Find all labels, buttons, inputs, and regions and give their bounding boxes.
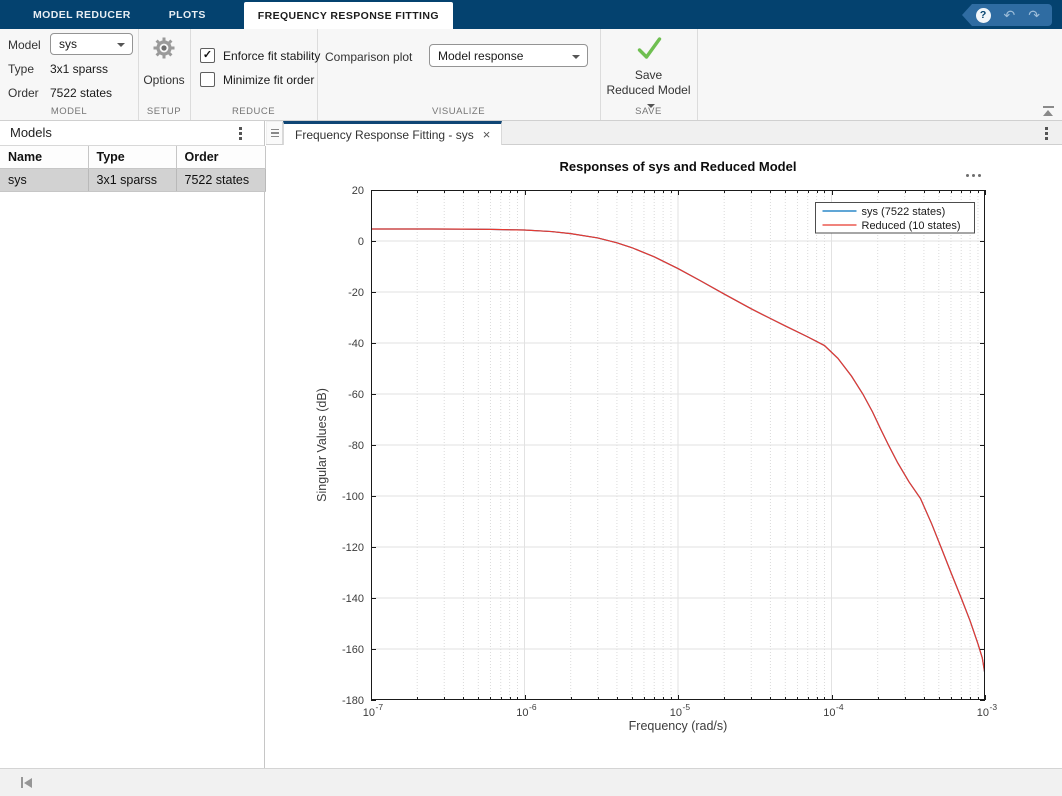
section-label-reduce: REDUCE	[231, 106, 276, 117]
green-check-icon	[637, 37, 661, 59]
column-header-type[interactable]: Type	[88, 146, 177, 169]
model-row-type: 3x1 sparss	[88, 168, 177, 192]
collapse-left-panel-button[interactable]	[21, 777, 32, 788]
column-header-order[interactable]: Order	[176, 146, 266, 169]
svg-text:10: 10	[823, 707, 835, 719]
quick-access-body: ? ↶ ↷	[971, 4, 1052, 26]
ribbon-section-visualize: Comparison plot Model response VISUALIZE	[317, 29, 601, 120]
help-icon[interactable]: ?	[975, 7, 991, 23]
ribbon-section-reduce: ✓ Enforce fit stability Minimize fit ord…	[190, 29, 320, 120]
options-button-label[interactable]: Options	[138, 73, 190, 87]
figure-panel: Responses of sys and Reduced Model Singu…	[266, 145, 1062, 768]
svg-text:-5: -5	[683, 702, 691, 712]
svg-text:10: 10	[977, 707, 989, 719]
model-dropdown[interactable]: sys	[50, 33, 133, 55]
gear-icon	[153, 37, 175, 59]
ribbon-section-setup: Options SETUP	[138, 29, 191, 120]
collapse-left-panel-icon-triangle	[24, 777, 32, 788]
svg-text:-7: -7	[376, 702, 384, 712]
type-field-value: 3x1 sparss	[50, 62, 109, 76]
svg-text:-120: -120	[342, 542, 364, 554]
model-row-order: 7522 states	[176, 168, 266, 192]
svg-text:-40: -40	[348, 338, 364, 350]
tab-plots[interactable]: PLOTS	[150, 0, 225, 29]
svg-text:-6: -6	[529, 702, 537, 712]
enforce-fit-stability-checkbox-row: ✓ Enforce fit stability	[200, 48, 320, 63]
minimize-fit-order-checkbox[interactable]	[200, 72, 215, 87]
enforce-fit-stability-checkbox[interactable]: ✓	[200, 48, 215, 63]
ribbon: Model sys Type 3x1 sparss Order 7522 sta…	[0, 29, 1062, 121]
quick-access-toolbar: ? ↶ ↷	[961, 4, 1052, 26]
svg-text:-140: -140	[342, 593, 364, 605]
collapse-ribbon-icon-triangle	[1043, 110, 1053, 116]
minimize-fit-order-checkbox-row: Minimize fit order	[200, 72, 314, 87]
order-field-value: 7522 states	[50, 86, 113, 100]
tab-frequency-response-fitting[interactable]: FREQUENCY RESPONSE FITTING	[243, 2, 453, 29]
section-label-visualize: VISUALIZE	[431, 106, 486, 117]
svg-text:-3: -3	[990, 702, 998, 712]
status-bar	[0, 768, 1062, 796]
chevron-down-icon	[572, 54, 580, 59]
table-row[interactable]: sys 3x1 sparss 7522 states	[0, 168, 266, 192]
models-table-header-row: Name Type Order	[0, 146, 266, 169]
document-tab-frequency-response-fitting[interactable]: Frequency Response Fitting - sys ×	[283, 121, 503, 145]
options-button[interactable]	[152, 36, 176, 65]
models-panel-title: Models	[10, 125, 52, 140]
section-label-model: MODEL	[50, 106, 88, 117]
redo-icon[interactable]: ↷	[1028, 8, 1040, 22]
ribbon-section-save: Save Reduced Model SAVE	[600, 29, 698, 120]
panel-menu-icon[interactable]	[239, 127, 242, 140]
tab-model-reducer[interactable]: MODEL REDUCER	[14, 0, 150, 29]
app-toolstrip: MODEL REDUCER PLOTS FREQUENCY RESPONSE F…	[0, 0, 1062, 29]
close-icon[interactable]: ×	[483, 128, 491, 141]
ribbon-section-model: Model sys Type 3x1 sparss Order 7522 sta…	[0, 29, 139, 120]
svg-text:-20: -20	[348, 287, 364, 299]
chevron-down-icon	[117, 43, 125, 47]
svg-text:Reduced (10 states): Reduced (10 states)	[862, 220, 961, 232]
svg-text:20: 20	[352, 185, 364, 197]
svg-text:-4: -4	[836, 702, 844, 712]
toolstrip-tabs: MODEL REDUCER PLOTS FREQUENCY RESPONSE F…	[0, 0, 453, 29]
svg-text:-100: -100	[342, 491, 364, 503]
model-field-label: Model	[8, 38, 41, 52]
document-tabbar: Frequency Response Fitting - sys ×	[266, 121, 1062, 145]
comparison-plot-dropdown-value: Model response	[438, 48, 524, 63]
model-row-name: sys	[0, 168, 89, 192]
save-reduced-model-button[interactable]	[635, 35, 662, 67]
chart-svg: 200-20-40-60-80-100-120-140-160-18010 -7 1…	[342, 185, 998, 719]
svg-text:-180: -180	[342, 695, 364, 707]
svg-text:-60: -60	[348, 389, 364, 401]
document-area: Frequency Response Fitting - sys × Respo…	[266, 121, 1062, 768]
minimize-fit-order-label[interactable]: Minimize fit order	[223, 73, 314, 87]
section-label-setup: SETUP	[146, 106, 182, 117]
document-bar-handle-icon[interactable]	[267, 122, 283, 144]
section-label-save: SAVE	[635, 106, 662, 117]
svg-text:10: 10	[516, 707, 528, 719]
undo-icon[interactable]: ↶	[1004, 8, 1016, 22]
svg-text:10: 10	[363, 707, 375, 719]
svg-text:-160: -160	[342, 644, 364, 656]
model-dropdown-value: sys	[59, 37, 77, 51]
svg-text:10: 10	[670, 707, 682, 719]
comparison-plot-dropdown[interactable]: Model response	[429, 44, 588, 67]
collapse-left-panel-icon	[21, 777, 23, 788]
svg-text:-80: -80	[348, 440, 364, 452]
models-panel: Models Name Type Order sys 3x1 sparss 75…	[0, 121, 266, 768]
document-tab-label: Frequency Response Fitting - sys	[295, 127, 474, 142]
quick-access-arrow-decoration	[961, 4, 972, 26]
svg-text:0: 0	[358, 236, 364, 248]
comparison-plot-label: Comparison plot	[325, 50, 413, 64]
collapse-ribbon-icon	[1043, 106, 1054, 108]
models-table: Name Type Order sys 3x1 sparss 7522 stat…	[0, 146, 266, 192]
order-field-label: Order	[8, 86, 39, 100]
type-field-label: Type	[8, 62, 35, 76]
column-header-name[interactable]: Name	[0, 146, 89, 169]
enforce-fit-stability-label[interactable]: Enforce fit stability	[223, 49, 320, 63]
svg-text:sys (7522 states): sys (7522 states)	[862, 206, 946, 218]
models-panel-header: Models	[0, 121, 264, 146]
tabbar-menu-icon[interactable]	[1045, 127, 1048, 140]
collapse-ribbon-button[interactable]	[1043, 106, 1054, 116]
